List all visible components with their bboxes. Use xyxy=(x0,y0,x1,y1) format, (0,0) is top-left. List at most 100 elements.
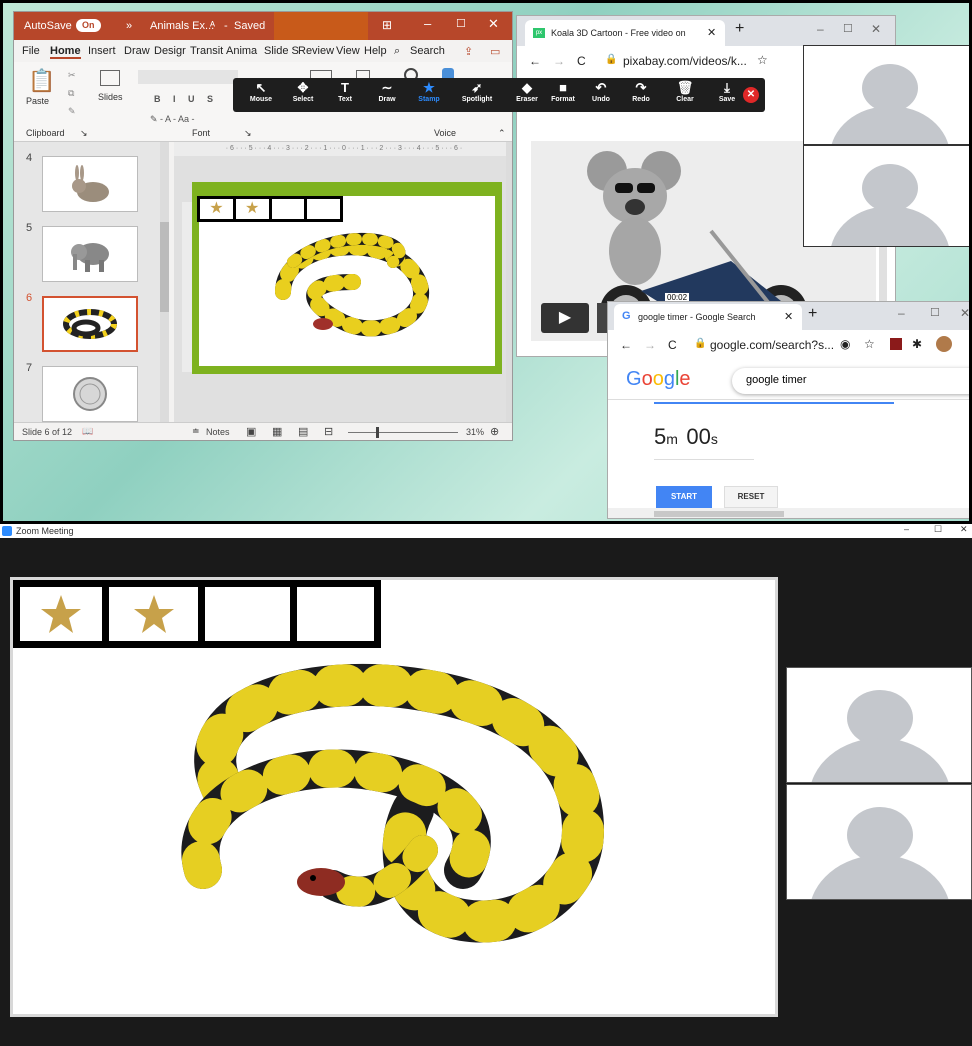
tab-close-icon[interactable]: ✕ xyxy=(784,310,793,323)
thumb-slide-4[interactable] xyxy=(42,156,138,212)
search-label[interactable]: Search xyxy=(410,45,445,57)
sorter-view-icon[interactable]: ▦ xyxy=(272,425,282,438)
timer-reset-button[interactable]: RESET xyxy=(724,486,778,508)
menu-slideshow[interactable]: Slide S xyxy=(264,45,299,57)
maximize-button[interactable]: ☐ xyxy=(930,306,940,319)
tool-mouse[interactable]: ↖ Mouse xyxy=(237,80,285,103)
close-button[interactable]: ✕ xyxy=(871,22,881,36)
star-box-2[interactable] xyxy=(102,580,205,648)
fit-slide-icon[interactable]: ⊕ xyxy=(490,425,499,438)
tab-pixabay[interactable]: px Koala 3D Cartoon - Free video on ✕ xyxy=(525,20,725,46)
google-search-input[interactable]: google timer xyxy=(732,368,969,394)
timer-display[interactable]: 5m 00s xyxy=(654,424,754,460)
comments-icon[interactable]: ▭ xyxy=(490,45,500,58)
minimize-button[interactable]: – xyxy=(424,16,431,31)
reload-icon[interactable]: C xyxy=(668,338,677,352)
cut-icon[interactable]: ✂ xyxy=(68,70,76,81)
close-button[interactable]: ✕ xyxy=(960,306,969,320)
star-box-1[interactable] xyxy=(13,580,109,648)
maximize-button[interactable]: ☐ xyxy=(934,524,942,535)
minimize-button[interactable]: – xyxy=(817,22,824,36)
copy-icon[interactable]: ⧉ xyxy=(68,88,74,99)
profile-avatar-icon[interactable] xyxy=(936,336,952,352)
participant-tile-3[interactable] xyxy=(786,667,972,783)
slides-label[interactable]: Slides xyxy=(98,92,123,102)
menu-dots-icon[interactable]: ⋮ xyxy=(964,336,969,350)
reading-view-icon[interactable]: ▤ xyxy=(298,425,308,438)
minimize-button[interactable]: – xyxy=(904,524,909,534)
close-button[interactable]: ✕ xyxy=(488,16,499,32)
tool-select[interactable]: ✥ Select xyxy=(279,80,327,103)
ribbon-display-icon[interactable]: ⊞ xyxy=(382,18,392,32)
menu-review[interactable]: Review xyxy=(298,45,334,57)
tool-clear[interactable]: 🗑 Clear xyxy=(661,80,709,103)
tool-stamp[interactable]: ★ Stamp xyxy=(405,80,453,103)
thumbs-scrollbar[interactable] xyxy=(160,142,169,422)
close-annotation-icon[interactable]: ✕ xyxy=(743,87,759,103)
snake-image[interactable] xyxy=(263,222,433,348)
participant-tile-2[interactable] xyxy=(803,145,969,247)
new-tab-icon[interactable]: + xyxy=(735,20,744,38)
zoom-level[interactable]: 31% xyxy=(466,427,484,437)
normal-view-icon[interactable]: ▣ xyxy=(246,425,256,438)
notes-button[interactable]: Notes xyxy=(206,427,230,437)
tool-spotlight[interactable]: ➶ Spotlight xyxy=(453,80,501,103)
menu-animations[interactable]: Anima xyxy=(226,45,257,57)
back-icon[interactable]: ← xyxy=(529,54,541,68)
notes-icon[interactable]: ≐ xyxy=(192,426,200,437)
more-icon[interactable]: » xyxy=(126,20,132,32)
clipboard-launcher-icon[interactable]: ↘ xyxy=(80,128,88,139)
google-logo[interactable]: Google xyxy=(626,368,691,391)
title-search-box[interactable] xyxy=(274,12,368,40)
tab-close-icon[interactable]: ✕ xyxy=(707,26,716,39)
close-button[interactable]: ✕ xyxy=(960,524,968,535)
zoom-slider[interactable] xyxy=(348,432,458,433)
pdf-extension-icon[interactable] xyxy=(890,338,902,350)
paste-label[interactable]: Paste xyxy=(26,96,49,106)
slide-canvas[interactable]: ★ ★ xyxy=(192,182,502,374)
slideshow-view-icon[interactable]: ⊟ xyxy=(324,425,333,438)
url-field[interactable]: google.com/search?s... xyxy=(710,338,834,352)
tool-draw[interactable]: ∼ Draw xyxy=(363,80,411,103)
tool-text[interactable]: T Text xyxy=(321,80,369,103)
participant-tile-1[interactable] xyxy=(803,45,969,145)
font-format-buttons[interactable]: B I U S xyxy=(154,94,218,104)
font-name-box[interactable] xyxy=(138,70,238,84)
horizontal-scrollbar[interactable] xyxy=(608,508,969,518)
star-box-3[interactable] xyxy=(198,580,297,648)
editor-scrollbar[interactable] xyxy=(506,142,512,422)
accessibility-icon[interactable]: 📖 xyxy=(82,426,93,437)
font-color-buttons[interactable]: ✎ ‑ A ‑ Aa ‑ xyxy=(150,114,195,125)
bookmark-star-icon[interactable]: ☆ xyxy=(757,53,768,67)
thumb-slide-7[interactable] xyxy=(42,366,138,422)
font-launcher-icon[interactable]: ↘ xyxy=(244,128,252,139)
new-slide-icon[interactable] xyxy=(100,70,120,86)
menu-view[interactable]: View xyxy=(336,45,360,57)
new-tab-icon[interactable]: + xyxy=(808,305,817,323)
format-painter-icon[interactable]: ✎ xyxy=(68,106,76,117)
share-icon[interactable]: ⇪ xyxy=(464,45,473,58)
bookmark-star-icon[interactable]: ☆ xyxy=(864,337,875,351)
back-icon[interactable]: ← xyxy=(620,338,632,352)
menu-draw[interactable]: Draw xyxy=(124,45,150,57)
url-field[interactable]: pixabay.com/videos/k... xyxy=(623,54,747,68)
menu-insert[interactable]: Insert xyxy=(88,45,116,57)
menu-design[interactable]: Desigr xyxy=(154,45,186,57)
maximize-button[interactable]: ☐ xyxy=(456,17,466,30)
participant-tile-4[interactable] xyxy=(786,784,972,900)
snake-image[interactable] xyxy=(163,650,623,950)
extensions-icon[interactable]: ✱ xyxy=(912,337,922,351)
paste-icon[interactable]: 📋 xyxy=(28,68,55,94)
zoom-slider-thumb[interactable] xyxy=(376,427,379,438)
tool-redo[interactable]: ↷ Redo xyxy=(617,80,665,103)
minimize-button[interactable]: – xyxy=(898,306,905,320)
location-icon[interactable]: ◉ xyxy=(840,337,850,351)
autosave-toggle[interactable]: On xyxy=(76,19,101,32)
thumb-slide-5[interactable] xyxy=(42,226,138,282)
star-box-4[interactable] xyxy=(290,580,381,648)
forward-icon[interactable]: → xyxy=(553,54,565,68)
search-icon[interactable]: ⌕ xyxy=(394,45,400,58)
thumb-slide-6[interactable] xyxy=(42,296,138,352)
reload-icon[interactable]: C xyxy=(577,54,586,68)
timer-start-button[interactable]: START xyxy=(656,486,712,508)
